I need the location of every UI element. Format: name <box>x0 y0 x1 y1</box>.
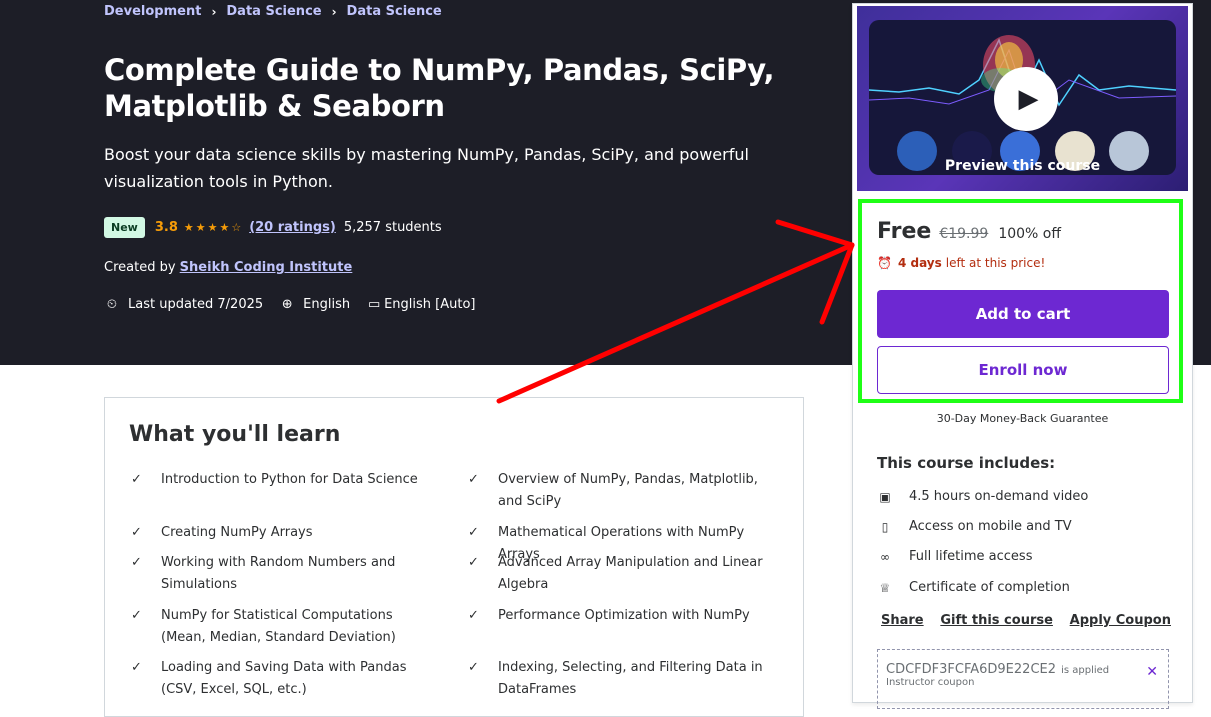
annotation-highlight-box <box>858 199 1183 403</box>
created-by: Created by Sheikh Coding Institute <box>104 260 352 275</box>
includes-title: This course includes: <box>877 454 1056 472</box>
course-meta: ⏲ Last updated 7/2025 ⊕ English ▭ Englis… <box>104 297 492 312</box>
rating-row: New 3.8 ★★★★☆ (20 ratings) 5,257 student… <box>104 217 442 238</box>
check-icon: ✓ <box>131 472 142 487</box>
globe-icon: ⊕ <box>281 297 293 312</box>
captions: ▭ English [Auto] <box>366 297 476 312</box>
language-text: English <box>303 297 351 312</box>
list-item: ✓ Indexing, Selecting, and Filtering Data… <box>466 657 766 701</box>
breadcrumb: Development › Data Science › Data Scienc… <box>104 4 442 19</box>
check-icon: ✓ <box>468 525 479 540</box>
language: ⊕ English <box>279 297 350 312</box>
course-subtitle: Boost your data science skills by master… <box>104 145 749 191</box>
list-item: ✓ Creating NumPy Arrays <box>129 522 429 544</box>
list-item: ✓ Introduction to Python for Data Science <box>129 469 429 491</box>
list-item: ✓ Overview of NumPy, Pandas, Matplotlib, … <box>466 469 766 513</box>
share-button[interactable]: Share <box>881 613 924 628</box>
close-icon[interactable]: ✕ <box>1146 664 1158 680</box>
what-you-learn-box: What you'll learn ✓ Introduction to Pytho… <box>104 397 804 717</box>
check-icon: ✓ <box>131 525 142 540</box>
list-item: ✓ NumPy for Statistical Computations (Mea… <box>129 605 429 649</box>
alert-clock-icon: ⏲ <box>106 297 118 312</box>
mobile-icon: ▯ <box>881 519 889 534</box>
breadcrumb-item-data-science[interactable]: Data Science <box>226 4 321 19</box>
last-updated-text: Last updated 7/2025 <box>128 297 264 312</box>
check-icon: ✓ <box>131 555 142 570</box>
sidebar-links: Share Gift this course Apply Coupon <box>881 613 1171 628</box>
list-item: ✓ Working with Random Numbers and Simulat… <box>129 552 429 596</box>
star-rating-icon: ★★★★☆ <box>183 221 244 234</box>
include-lifetime: ∞ Full lifetime access <box>877 549 1032 564</box>
check-icon: ✓ <box>468 555 479 570</box>
students-count: 5,257 students <box>343 220 442 235</box>
list-item: ✓ Performance Optimization with NumPy <box>466 605 766 627</box>
check-icon: ✓ <box>468 472 479 487</box>
gift-course-button[interactable]: Gift this course <box>940 613 1053 628</box>
new-badge: New <box>104 217 145 238</box>
list-item: ✓ Advanced Array Manipulation and Linear … <box>466 552 766 596</box>
course-title: Complete Guide to NumPy, Pandas, SciPy, … <box>104 53 775 123</box>
chevron-right-icon: › <box>211 4 217 19</box>
breadcrumb-item-development[interactable]: Development <box>104 4 201 19</box>
money-back-guarantee: 30-Day Money-Back Guarantee <box>936 412 1109 425</box>
rating-value: 3.8 <box>154 220 178 235</box>
what-you-learn-title: What you'll learn <box>129 422 341 447</box>
applied-coupon: CDCFDF3FCFA6D9E22CE2 is applied Instruct… <box>877 649 1169 709</box>
check-icon: ✓ <box>468 608 479 623</box>
check-icon: ✓ <box>131 608 142 623</box>
apply-coupon-button[interactable]: Apply Coupon <box>1070 613 1171 628</box>
course-preview[interactable]: ▶ Preview this course <box>857 6 1188 191</box>
breadcrumb-item-data-science-topic[interactable]: Data Science <box>347 4 442 19</box>
coupon-type: Instructor coupon <box>886 677 975 688</box>
list-item: ✓ Loading and Saving Data with Pandas (CS… <box>129 657 429 701</box>
instructor-link[interactable]: Sheikh Coding Institute <box>180 260 353 275</box>
preview-label: Preview this course <box>944 158 1101 174</box>
last-updated: ⏲ Last updated 7/2025 <box>104 297 263 312</box>
created-by-label: Created by <box>104 260 176 275</box>
ratings-link[interactable]: (20 ratings) <box>249 220 336 235</box>
play-icon[interactable]: ▶ <box>994 67 1058 131</box>
check-icon: ✓ <box>131 660 142 675</box>
trophy-icon: ♕ <box>879 580 891 595</box>
chevron-right-icon: › <box>331 4 337 19</box>
coupon-code: CDCFDF3FCFA6D9E22CE2 <box>886 662 1057 677</box>
video-icon: ▣ <box>879 489 891 504</box>
captions-text: English [Auto] <box>384 297 476 312</box>
coupon-applied-text: is applied <box>1061 665 1110 676</box>
infinity-icon: ∞ <box>880 549 890 564</box>
include-mobile: ▯ Access on mobile and TV <box>877 519 1072 534</box>
captions-icon: ▭ <box>367 297 381 312</box>
check-icon: ✓ <box>468 660 479 675</box>
include-video: ▣ 4.5 hours on-demand video <box>877 489 1088 504</box>
include-certificate: ♕ Certificate of completion <box>877 580 1070 595</box>
